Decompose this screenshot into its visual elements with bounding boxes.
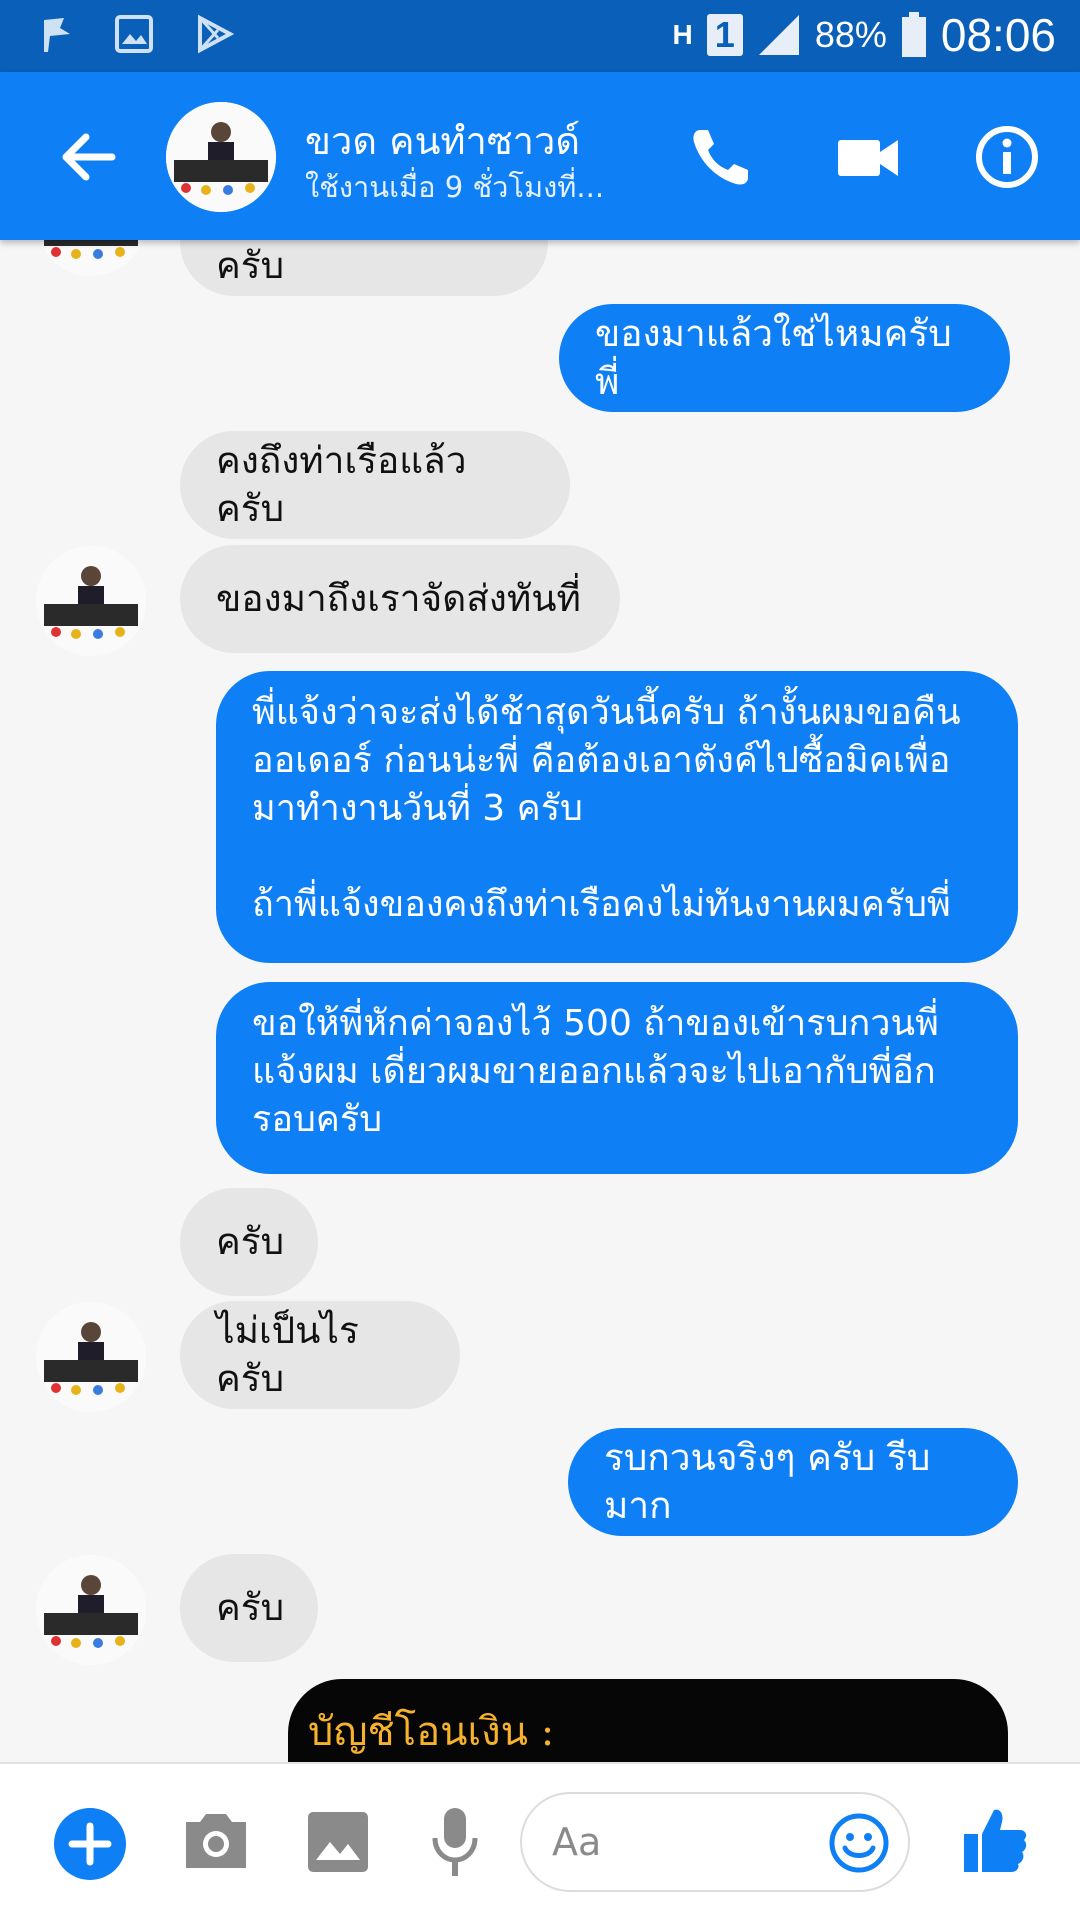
shared-image-message[interactable]: บัญชีโอนเงิน : bbox=[288, 1679, 1008, 1762]
gallery-icon[interactable] bbox=[306, 1810, 370, 1874]
video-camera-icon[interactable] bbox=[834, 122, 904, 192]
image-caption-text: บัญชีโอนเงิน : bbox=[308, 1709, 555, 1755]
message-input-placeholder: Aa bbox=[552, 1820, 602, 1864]
message-outgoing[interactable]: ของมาแล้วใช่ไหมครับพี่ bbox=[559, 304, 1010, 412]
flag-notification-icon bbox=[44, 18, 70, 52]
contact-avatar-small bbox=[36, 546, 146, 656]
clock: 08:06 bbox=[940, 9, 1056, 61]
microphone-icon[interactable] bbox=[430, 1806, 480, 1878]
conversation-header: ขวด คนทำซาวด์ ใช้งานเมื่อ 9 ชั่วโมงที่..… bbox=[0, 72, 1080, 240]
network-type: H bbox=[672, 19, 693, 50]
message-incoming[interactable]: คงถึงท่าเรือแล้วครับ bbox=[180, 431, 570, 539]
contact-name[interactable]: ขวด คนทำซาวด์ bbox=[305, 110, 580, 171]
message-incoming[interactable]: ครับ bbox=[180, 1188, 318, 1296]
contact-avatar-small bbox=[36, 1302, 146, 1412]
message-incoming[interactable]: ของมาถึงเราจัดส่งทันที่ bbox=[180, 545, 620, 653]
info-icon[interactable] bbox=[972, 122, 1042, 192]
message-incoming[interactable]: ไม่เป็นไรครับ bbox=[180, 1301, 460, 1409]
message-composer: Aa bbox=[0, 1762, 1080, 1922]
avatar-photo bbox=[166, 102, 276, 212]
play-store-notification-icon bbox=[198, 14, 234, 54]
status-bar: H 1 88% 08:06 bbox=[0, 0, 1080, 72]
message-outgoing-long[interactable]: พี่แจ้งว่าจะส่งได้ช้าสุดวันนี้ครับ ถ้างั… bbox=[216, 671, 1018, 963]
contact-avatar-small bbox=[36, 240, 146, 276]
gallery-notification-icon bbox=[115, 15, 153, 53]
message-incoming[interactable]: คงจะเป็นวันจันทร์ครับ bbox=[180, 240, 548, 296]
battery-icon bbox=[901, 12, 926, 57]
last-active-status: ใช้งานเมื่อ 9 ชั่วโมงที่... bbox=[305, 170, 605, 204]
plus-icon[interactable] bbox=[54, 1808, 126, 1880]
battery-percent: 88% bbox=[814, 14, 887, 55]
message-list[interactable]: คงจะเป็นวันจันทร์ครับ ของมาแล้วใช่ไหมครั… bbox=[0, 240, 1080, 1762]
phone-icon[interactable] bbox=[686, 122, 756, 192]
signal-icon bbox=[758, 15, 799, 55]
camera-icon[interactable] bbox=[182, 1810, 250, 1872]
thumbs-up-icon[interactable] bbox=[962, 1804, 1028, 1876]
message-incoming[interactable]: ครับ bbox=[180, 1554, 318, 1662]
sim-indicator: 1 bbox=[706, 14, 743, 56]
message-outgoing-long[interactable]: ขอให้พี่หักค่าจองไว้ 500 ถ้าของเข้ารบกวน… bbox=[216, 982, 1018, 1174]
back-arrow-icon[interactable] bbox=[54, 122, 124, 192]
contact-avatar-small bbox=[36, 1555, 146, 1665]
message-outgoing[interactable]: รบกวนจริงๆ ครับ รีบมาก bbox=[568, 1428, 1018, 1536]
contact-avatar[interactable] bbox=[166, 102, 276, 212]
emoji-icon[interactable] bbox=[828, 1812, 890, 1874]
